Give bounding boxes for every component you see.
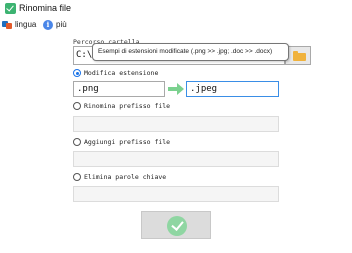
window-title: Rinomina file — [19, 3, 72, 13]
title-bar: Rinomina file — [0, 0, 352, 17]
remove-keywords-label: Elimina parole chiave — [84, 173, 167, 181]
rename-prefix-label: Rinomina prefisso file — [84, 102, 171, 110]
language-icon — [2, 20, 12, 30]
add-prefix-label: Aggiungi prefisso file — [84, 138, 171, 146]
confirm-button[interactable] — [141, 211, 211, 239]
add-prefix-radio[interactable] — [73, 138, 81, 146]
remove-keywords-radio[interactable] — [73, 173, 81, 181]
arrow-right-icon — [168, 83, 184, 95]
rename-prefix-radio[interactable] — [73, 102, 81, 110]
folder-icon — [293, 51, 306, 61]
option-rename-prefix[interactable]: Rinomina prefisso file — [73, 101, 170, 111]
option-modify-extension[interactable]: Modifica estensione — [73, 68, 158, 78]
rename-prefix-input[interactable] — [73, 116, 279, 132]
remove-keywords-input[interactable] — [73, 186, 279, 202]
target-extension-input[interactable]: .jpeg — [186, 81, 279, 97]
menu-more[interactable]: i più — [43, 18, 67, 31]
add-prefix-input[interactable] — [73, 151, 279, 167]
menu-language[interactable]: lingua — [2, 18, 36, 31]
extension-examples-tooltip: Esempi di estensioni modificate (.png >>… — [92, 43, 289, 61]
menu-more-label: più — [56, 20, 67, 29]
check-circle-icon — [167, 216, 187, 236]
option-remove-keywords[interactable]: Elimina parole chiave — [73, 172, 166, 182]
menu-bar: lingua i più — [0, 17, 352, 33]
info-icon: i — [43, 19, 53, 30]
menu-language-label: lingua — [15, 20, 37, 29]
source-extension-input[interactable]: .png — [73, 81, 165, 97]
modify-extension-label: Modifica estensione — [84, 69, 159, 77]
option-add-prefix[interactable]: Aggiungi prefisso file — [73, 137, 170, 147]
modify-extension-radio[interactable] — [73, 69, 81, 77]
app-icon — [5, 3, 16, 14]
